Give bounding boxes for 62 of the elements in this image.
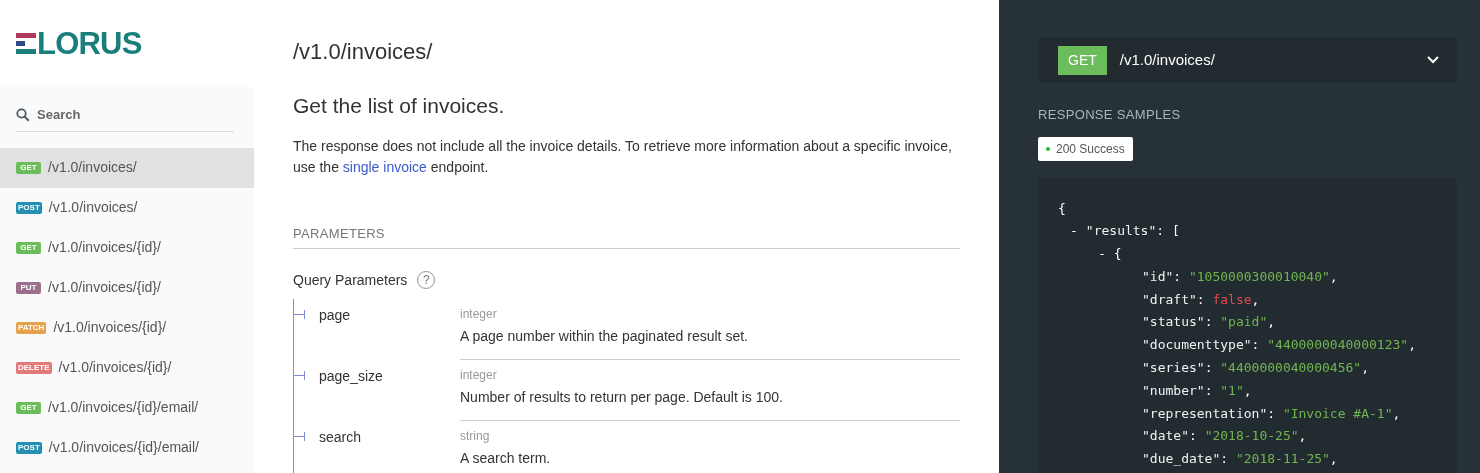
- nav-item[interactable]: POST /v1.0/invoices/: [0, 187, 254, 228]
- endpoint-path: /v1.0/invoices/{id}/email/: [48, 398, 199, 417]
- logo-mark-icon: [16, 32, 36, 55]
- code-line: "status": "paid",: [1141, 313, 1276, 332]
- parameter-type: string: [460, 427, 490, 445]
- parameter-name: page_size: [319, 366, 383, 386]
- search-icon: [16, 107, 30, 122]
- endpoint-path: /v1.0/invoices/{id}/: [48, 278, 161, 297]
- method-badge: POST: [16, 201, 42, 214]
- endpoint-path: /v1.0/invoices/{id}/email/: [48, 438, 199, 457]
- nav-item[interactable]: DELETE /v1.0/invoices/{id}/: [0, 347, 254, 388]
- parameter-type: integer: [460, 366, 497, 384]
- code-line: - "results": [: [1069, 222, 1180, 241]
- query-parameters-heading: Query Parameters: [293, 270, 408, 290]
- code-line: {: [1058, 199, 1066, 218]
- endpoint-path: /v1.0/invoices/: [48, 158, 137, 177]
- nav-item[interactable]: PATCH /v1.0/invoices/{id}/: [0, 307, 254, 348]
- parameter-description: A page number within the paginated result set.: [460, 326, 748, 346]
- method-badge: POST: [16, 441, 42, 454]
- endpoint-path: /v1.0/invoices/: [48, 198, 138, 217]
- section-heading: PARAMETERS: [293, 225, 385, 241]
- parameter-description: A search term.: [460, 448, 551, 468]
- method-badge: PUT: [16, 281, 41, 294]
- response-tab-label: 200 Success: [1056, 140, 1125, 158]
- parameter-name: page: [319, 305, 351, 325]
- single-invoice-link[interactable]: single invoice: [342, 158, 427, 175]
- method-badge: PATCH: [16, 321, 47, 334]
- code-line: - {: [1097, 245, 1122, 264]
- nav-item[interactable]: PUT /v1.0/invoices/{id}/: [0, 267, 254, 308]
- parameter-type: integer: [460, 305, 497, 323]
- endpoint-description: The response does not include all the invoice details. To retrieve more information about a specific invoice, use the single invoice endpoint.: [293, 136, 953, 177]
- nav-item[interactable]: GET /v1.0/invoices/{id}/email/: [0, 387, 254, 428]
- endpoint-summary: Get the list of invoices.: [293, 93, 506, 119]
- search-field[interactable]: Search: [37, 105, 217, 125]
- page-title: /v1.0/invoices/: [293, 38, 434, 66]
- nav-item[interactable]: GET /v1.0/invoices/: [0, 147, 254, 188]
- nav-item[interactable]: POST /v1.0/invoices/{id}/email/: [0, 427, 254, 468]
- code-line: "id": "1050000300010040",: [1141, 267, 1338, 286]
- method-badge: GET: [1058, 45, 1107, 75]
- method-badge: DELETE: [16, 361, 52, 374]
- chevron-down-icon: [1427, 56, 1439, 64]
- parameter-description: Number of results to return per page. Default is 100.: [460, 387, 783, 407]
- method-badge: GET: [16, 401, 41, 414]
- code-line: "number": "1",: [1141, 381, 1252, 400]
- response-tab[interactable]: 200 Success: [1038, 136, 1133, 161]
- endpoint-path: /v1.0/invoices/{id}/: [58, 358, 172, 377]
- code-line: "representation": "Invoice #A-1",: [1141, 404, 1401, 423]
- method-badge: GET: [16, 241, 41, 254]
- endpoint-path: /v1.0/invoices/{id}/: [48, 238, 161, 257]
- endpoint-path: /v1.0/invoices/{id}/: [53, 318, 167, 337]
- method-badge: GET: [16, 161, 41, 174]
- endpoint-path: /v1.0/invoices/: [1119, 49, 1216, 70]
- nav-item[interactable]: GET /v1.0/invoices/{id}/: [0, 227, 254, 268]
- endpoint-bar[interactable]: GET /v1.0/invoices/: [1038, 37, 1457, 83]
- code-line: "series": "4400000040000456",: [1141, 359, 1369, 378]
- parameter-name: search: [319, 427, 362, 447]
- code-line: "due_date": "2018-11-25",: [1141, 450, 1338, 469]
- logo-text: LORUS: [37, 28, 142, 59]
- code-line: "draft": false,: [1141, 290, 1260, 309]
- code-line: "documenttype": "4400000040000123",: [1141, 336, 1416, 355]
- section-heading: RESPONSE SAMPLES: [1038, 106, 1182, 124]
- code-line: "date": "2018-10-25",: [1141, 427, 1307, 446]
